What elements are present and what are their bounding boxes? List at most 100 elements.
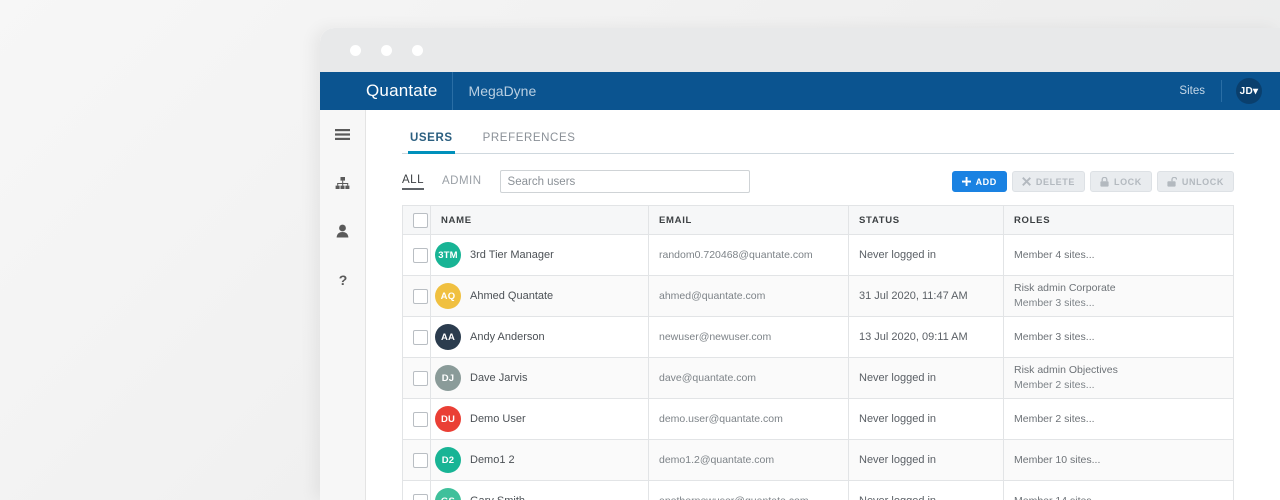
lock-open-icon [1167, 176, 1177, 187]
name-cell-wrap: D2 Demo1 2 [435, 447, 638, 473]
sites-link[interactable]: Sites [1179, 80, 1222, 102]
cell-roles: Member 2 sites... [1003, 398, 1234, 440]
cell-email: demo.user@quantate.com [648, 398, 849, 440]
app-header: Quantate MegaDyne Sites JD▾ [320, 72, 1280, 110]
cell-email: demo1.2@quantate.com [648, 439, 849, 481]
column-name[interactable]: NAME [430, 205, 649, 235]
row-select-cell [402, 480, 431, 500]
delete-button-label: DELETE [1035, 176, 1075, 187]
filter-admin[interactable]: ADMIN [442, 175, 482, 189]
screen: Quantate MegaDyne Sites JD▾ ? USERS PREF… [0, 0, 1280, 500]
brand-gutter [320, 72, 366, 110]
cell-status: Never logged in [848, 439, 1004, 481]
unlock-button[interactable]: UNLOCK [1156, 171, 1234, 192]
user-name: Andy Anderson [470, 331, 545, 343]
cell-name: D2 Demo1 2 [430, 439, 649, 481]
hamburger-menu-icon[interactable] [330, 122, 356, 148]
table-row[interactable]: GS Gary Smith anothernewuser@quantate.comN… [402, 480, 1234, 500]
tab-users[interactable]: USERS [408, 128, 455, 154]
role-line: Member 2 sites... [1014, 379, 1095, 391]
tab-bar: USERS PREFERENCES [402, 128, 1234, 154]
row-checkbox[interactable] [413, 411, 428, 427]
cell-name: 3TM 3rd Tier Manager [430, 234, 649, 276]
table-row[interactable]: DU Demo User demo.user@quantate.com Never l… [402, 398, 1234, 440]
role-line: Member 3 sites... [1014, 297, 1095, 309]
row-checkbox[interactable] [413, 247, 428, 263]
row-select-cell [402, 439, 431, 481]
cell-email: anothernewuser@quantate.com [648, 480, 849, 500]
avatar: AQ [435, 283, 461, 309]
row-select-cell [402, 398, 431, 440]
user-avatar-menu[interactable]: JD▾ [1236, 78, 1262, 104]
cell-roles: Risk admin Corporate Member 3 sites... [1003, 275, 1234, 317]
lock-button[interactable]: LOCK [1089, 171, 1152, 192]
avatar: AA [435, 324, 461, 350]
row-checkbox[interactable] [413, 452, 428, 468]
name-cell-wrap: DU Demo User [435, 406, 638, 432]
user-name: Dave Jarvis [470, 372, 528, 384]
brand-block[interactable]: Quantate [366, 72, 453, 110]
cell-roles: Member 3 sites... [1003, 316, 1234, 358]
cell-roles: Member 10 sites... [1003, 439, 1234, 481]
row-checkbox[interactable] [413, 288, 428, 304]
name-cell-wrap: AQ Ahmed Quantate [435, 283, 638, 309]
table-row[interactable]: D2 Demo1 2 demo1.2@quantate.com Never logge… [402, 439, 1234, 481]
column-email[interactable]: EMAIL [648, 205, 849, 235]
user-name: Demo1 2 [470, 454, 515, 466]
cell-roles: Member 4 sites... [1003, 234, 1234, 276]
cell-email: newuser@newuser.com [648, 316, 849, 358]
question-mark-icon[interactable]: ? [330, 266, 356, 292]
cell-email: dave@quantate.com [648, 357, 849, 399]
browser-window: Quantate MegaDyne Sites JD▾ ? USERS PREF… [320, 28, 1280, 500]
column-status[interactable]: STATUS [848, 205, 1004, 235]
table-row[interactable]: 3TM 3rd Tier Manager random0.720468@quanta… [402, 234, 1234, 276]
window-dot-maximize[interactable] [412, 44, 423, 56]
sitemap-icon[interactable] [330, 170, 356, 196]
header-right: Sites JD▾ [1179, 72, 1280, 110]
row-checkbox[interactable] [413, 493, 428, 500]
cell-name: DU Demo User [430, 398, 649, 440]
cell-name: AQ Ahmed Quantate [430, 275, 649, 317]
name-cell-wrap: AA Andy Anderson [435, 324, 638, 350]
row-select-cell [402, 357, 431, 399]
table-row[interactable]: DJ Dave Jarvis dave@quantate.com Never logg… [402, 357, 1234, 399]
avatar: DU [435, 406, 461, 432]
cell-status: Never logged in [848, 234, 1004, 276]
add-button[interactable]: ADD [951, 171, 1007, 192]
row-checkbox[interactable] [413, 329, 428, 345]
users-toolbar: ALL ADMIN ADD [402, 154, 1234, 205]
lock-closed-icon [1100, 176, 1109, 187]
users-table-body: 3TM 3rd Tier Manager random0.720468@quanta… [402, 234, 1234, 500]
cell-roles: Member 14 sites... [1003, 480, 1234, 500]
table-row[interactable]: AA Andy Anderson newuser@newuser.com 13 Jul… [402, 316, 1234, 358]
column-roles[interactable]: ROLES [1003, 205, 1234, 235]
tab-preferences[interactable]: PREFERENCES [481, 128, 578, 153]
window-dot-minimize[interactable] [381, 44, 392, 56]
role-line: Risk admin Objectives [1014, 364, 1118, 376]
filter-all[interactable]: ALL [402, 174, 424, 190]
select-all-checkbox[interactable] [413, 212, 428, 228]
cell-status: 31 Jul 2020, 11:47 AM [848, 275, 1004, 317]
cell-name: GS Gary Smith [430, 480, 649, 500]
avatar: DJ [435, 365, 461, 391]
name-cell-wrap: DJ Dave Jarvis [435, 365, 638, 391]
users-table-head: NAME EMAIL STATUS ROLES [402, 205, 1234, 235]
role-line: Member 2 sites... [1014, 412, 1095, 425]
role-line: Risk admin Corporate [1014, 282, 1116, 294]
user-icon[interactable] [330, 218, 356, 244]
table-row[interactable]: AQ Ahmed Quantate ahmed@quantate.com 31 Jul… [402, 275, 1234, 317]
user-name: Gary Smith [470, 495, 525, 500]
cell-status: Never logged in [848, 357, 1004, 399]
cell-status: Never logged in [848, 398, 1004, 440]
search-input[interactable] [499, 170, 750, 193]
name-cell-wrap: GS Gary Smith [435, 488, 638, 500]
delete-button[interactable]: DELETE [1011, 171, 1085, 192]
svg-text:?: ? [338, 272, 347, 287]
row-checkbox[interactable] [413, 370, 428, 386]
cell-status: Never logged in [848, 480, 1004, 500]
cell-name: AA Andy Anderson [430, 316, 649, 358]
app-body: ? USERS PREFERENCES ALL ADMIN Search use… [320, 110, 1280, 500]
main-content: USERS PREFERENCES ALL ADMIN Search users… [366, 110, 1280, 500]
cell-roles: Risk admin Objectives Member 2 sites... [1003, 357, 1234, 399]
window-dot-close[interactable] [350, 44, 361, 56]
